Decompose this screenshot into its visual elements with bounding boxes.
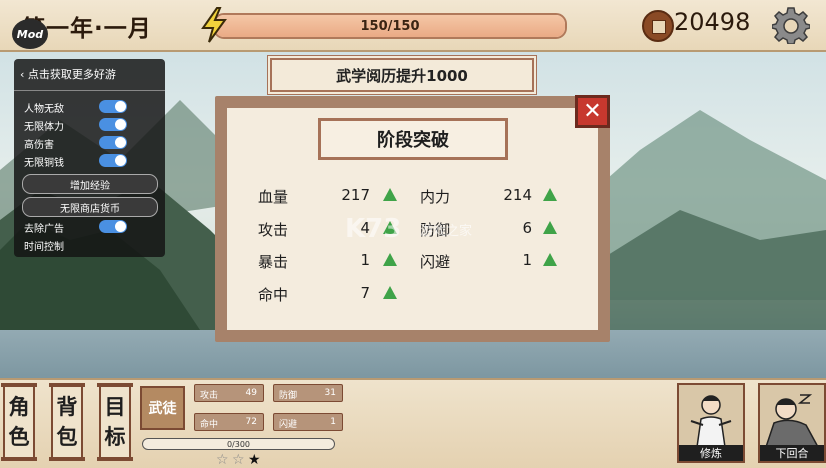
stat-value-dodge: 1 <box>522 251 532 269</box>
cheat-menu-panel: ‹ 点击获取更多好游 人物无敌 无限体力 高伤害 无限铜钱 增加经验 无限商店货… <box>14 59 165 257</box>
mini-stat-attack: 攻击 49 <box>194 384 264 402</box>
arrow-up-icon <box>543 253 557 266</box>
stat-name-dodge: 闪避 <box>420 253 451 271</box>
next-turn-button-label: 下回合 <box>760 445 824 461</box>
mini-stat-value: 1 <box>330 417 336 427</box>
toggle-high-damage[interactable] <box>99 136 127 149</box>
mini-stat-accuracy: 命中 72 <box>194 413 264 431</box>
mini-stat-label: 防御 <box>279 391 298 401</box>
next-turn-button[interactable]: 下回合 <box>758 383 826 463</box>
energy-bar: 150/150 <box>213 13 567 39</box>
toggle-infinite-coins[interactable] <box>99 154 127 167</box>
copper-coin-icon <box>642 10 674 42</box>
goals-button[interactable]: 目 标 <box>97 383 133 461</box>
train-button[interactable]: 修炼 <box>677 383 745 463</box>
stat-name-crit: 暴击 <box>258 253 289 271</box>
add-exp-button[interactable]: 增加经验 <box>22 174 158 194</box>
infinite-shop-currency-button[interactable]: 无限商店货币 <box>22 197 158 217</box>
stat-name-hp: 血量 <box>258 188 289 206</box>
arrow-up-icon <box>383 286 397 299</box>
cheat-label-infinite-stamina: 无限体力 <box>24 122 64 133</box>
stat-name-inner-power: 内力 <box>420 188 451 206</box>
backpack-button[interactable]: 背 包 <box>49 383 85 461</box>
cheat-menu-title[interactable]: ‹ 点击获取更多好游 <box>20 66 116 82</box>
mini-stat-dodge: 闪避 1 <box>273 413 343 431</box>
star-icon: ☆ <box>216 452 229 468</box>
mini-stat-value: 72 <box>245 417 257 427</box>
mini-stat-value: 49 <box>245 388 257 398</box>
arrow-up-icon <box>383 253 397 266</box>
mini-stat-label: 命中 <box>200 420 219 430</box>
cheat-label-high-damage: 高伤害 <box>24 140 54 151</box>
character-button-label-top: 角 <box>8 395 30 419</box>
close-button[interactable]: ✕ <box>575 95 610 128</box>
cheat-label-remove-ads: 去除广告 <box>24 224 64 235</box>
martial-artist-icon <box>679 385 743 447</box>
rank-badge: 武徒 <box>140 386 185 430</box>
mini-stat-label: 攻击 <box>200 391 219 401</box>
star-icon: ☆ <box>232 452 245 468</box>
star-filled-icon: ★ <box>248 452 261 468</box>
cheat-menu-title-text: 点击获取更多好游 <box>27 68 116 81</box>
stat-value-hp: 217 <box>341 186 370 204</box>
time-control-option[interactable]: 时间控制 <box>24 238 64 253</box>
cheat-label-infinite-coins: 无限铜钱 <box>24 158 64 169</box>
train-button-label: 修炼 <box>679 445 743 461</box>
goals-button-label-top: 目 <box>104 395 126 419</box>
toggle-infinite-stamina[interactable] <box>99 118 127 131</box>
sleeping-figure-icon <box>760 385 824 447</box>
stat-value-accuracy: 7 <box>360 284 370 302</box>
banner-text: 武学阅历提升1000 <box>336 66 468 85</box>
cheat-label-invincible: 人物无敌 <box>24 104 64 115</box>
energy-text: 150/150 <box>360 18 420 34</box>
stat-value-defense: 6 <box>522 219 532 237</box>
arrow-up-icon <box>543 188 557 201</box>
mini-stat-defense: 防御 31 <box>273 384 343 402</box>
divider <box>14 90 165 91</box>
close-icon: ✕ <box>583 99 602 124</box>
backpack-button-label-top: 背 <box>56 395 78 419</box>
stat-name-attack: 攻击 <box>258 221 289 239</box>
arrow-up-icon <box>383 188 397 201</box>
toggle-remove-ads[interactable] <box>99 220 127 233</box>
mini-stat-label: 闪避 <box>279 420 298 430</box>
stat-value-inner-power: 214 <box>503 186 532 204</box>
stat-value-crit: 1 <box>360 251 370 269</box>
chevron-left-icon: ‹ <box>20 68 28 81</box>
backpack-button-label-bottom: 包 <box>56 425 78 449</box>
lightning-icon <box>201 7 227 43</box>
watermark-sub: 游戏之家 <box>420 224 473 239</box>
watermark: K73 <box>345 214 402 244</box>
character-button[interactable]: 角 色 <box>1 383 37 461</box>
toggle-invincible[interactable] <box>99 100 127 113</box>
exp-bar: 0/300 <box>142 438 335 450</box>
stat-name-accuracy: 命中 <box>258 286 289 304</box>
gear-icon[interactable] <box>772 6 810 44</box>
game-screen: 第一年·一月 Mod 150/150 20498 ‹ 点击获取更多好游 人物无敌… <box>0 0 826 468</box>
dialog-title: 阶段突破 <box>318 118 508 160</box>
mod-menu-button[interactable]: Mod <box>12 19 48 49</box>
mini-stat-value: 31 <box>324 388 336 398</box>
arrow-up-icon <box>543 221 557 234</box>
goals-button-label-bottom: 标 <box>104 425 126 449</box>
coin-count: 20498 <box>674 8 751 36</box>
character-button-label-bottom: 色 <box>8 425 30 449</box>
notification-banner: 武学阅历提升1000 <box>270 58 534 92</box>
